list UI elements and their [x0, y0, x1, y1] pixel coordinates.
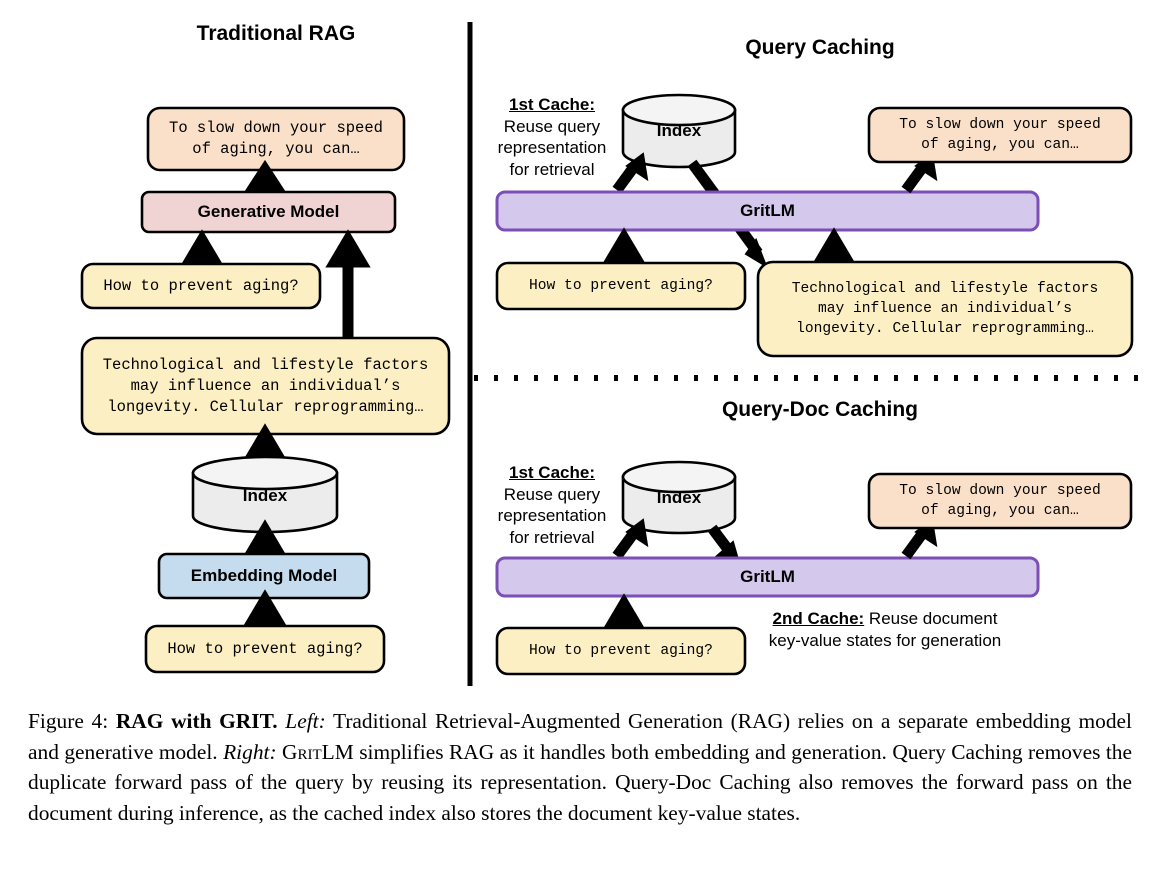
qc-first-cache-note: 1st Cache: Reuse query representation fo…	[487, 94, 617, 180]
qdc-gritlm-label-wrap: GritLM	[497, 558, 1038, 596]
query-caching-title: Query Caching	[745, 36, 895, 59]
qc-answer-text: To slow down your speed of aging, you ca…	[899, 117, 1101, 153]
qc-answer-wrap: To slow down your speed of aging, you ca…	[869, 108, 1131, 162]
left-document-text: Technological and lifestyle factors may …	[102, 355, 429, 416]
qdc-answer-wrap: To slow down your speed of aging, you ca…	[869, 474, 1131, 528]
qc-first-cache-body: Reuse query representation for retrieval	[497, 116, 607, 179]
query-doc-caching-title: Query-Doc Caching	[721, 398, 919, 421]
qdc-gritlm-label: GritLM	[740, 567, 795, 586]
qdc-first-cache-note: 1st Cache: Reuse query representation fo…	[487, 462, 617, 548]
arrow-qdc-query-to-gritlm	[601, 593, 647, 632]
left-query-bottom-wrap: How to prevent aging?	[146, 626, 384, 672]
qc-index-label: Index	[656, 121, 702, 140]
left-document-wrap: Technological and lifestyle factors may …	[82, 338, 449, 434]
left-generative-label-wrap: Generative Model	[142, 192, 395, 232]
qdc-second-cache-header: 2nd Cache:	[772, 609, 865, 628]
qc-query-wrap: How to prevent aging?	[497, 263, 745, 309]
arrow-document-to-generative	[325, 229, 371, 348]
qc-gritlm-label: GritLM	[740, 201, 795, 220]
caption-bold-title: RAG with GRIT.	[115, 709, 278, 733]
caption-right-model: GritLM	[282, 739, 354, 764]
qc-query-text: How to prevent aging?	[529, 278, 713, 294]
qc-document-wrap: Technological and lifestyle factors may …	[758, 262, 1132, 356]
left-query-top-wrap: How to prevent aging?	[82, 264, 320, 308]
arrow-embedding-to-index	[242, 519, 288, 558]
left-embedding-model-label: Embedding Model	[190, 566, 338, 585]
qc-index-label-wrap: Index	[623, 110, 735, 152]
left-index-label: Index	[242, 486, 288, 505]
qc-document-text: Technological and lifestyle factors may …	[791, 281, 1099, 337]
figure-page: Traditional RAG To slow down your speed …	[0, 0, 1158, 886]
left-query-bottom-text: How to prevent aging?	[167, 639, 363, 658]
qdc-index-label: Index	[656, 487, 702, 507]
qc-first-cache-header: 1st Cache:	[509, 95, 595, 114]
qdc-first-cache-body: Reuse query representation for retrieval	[497, 484, 607, 547]
left-index-label-wrap: Index	[193, 473, 337, 519]
qc-gritlm-label-wrap: GritLM	[497, 192, 1038, 230]
caption-right-tag: Right:	[223, 739, 277, 764]
left-answer-text-wrap: To slow down your speed of aging, you ca…	[148, 108, 404, 170]
left-panel-title: Traditional RAG	[196, 22, 356, 45]
left-generative-model-label: Generative Model	[197, 202, 340, 221]
caption-label: Figure 4:	[28, 709, 109, 733]
qdc-answer-text: To slow down your speed of aging, you ca…	[899, 483, 1101, 519]
left-query-top-text: How to prevent aging?	[103, 276, 299, 295]
qdc-first-cache-header: 1st Cache:	[509, 463, 595, 482]
qdc-index-label-wrap: Index	[623, 477, 735, 518]
qdc-second-cache-note: 2nd Cache: Reuse document key-value stat…	[722, 608, 1048, 651]
arrow-query-to-embedding	[242, 589, 288, 628]
left-answer-text: To slow down your speed of aging, you ca…	[169, 119, 383, 158]
figure-caption: Figure 4: RAG with GRIT. Left: Tradition…	[28, 706, 1132, 828]
qdc-query-text: How to prevent aging?	[529, 643, 713, 659]
caption-left-tag: Left:	[285, 709, 326, 733]
qdc-query-wrap: How to prevent aging?	[497, 628, 745, 674]
arrow-qc-query-to-gritlm	[601, 227, 647, 266]
left-embedding-label-wrap: Embedding Model	[159, 554, 369, 598]
